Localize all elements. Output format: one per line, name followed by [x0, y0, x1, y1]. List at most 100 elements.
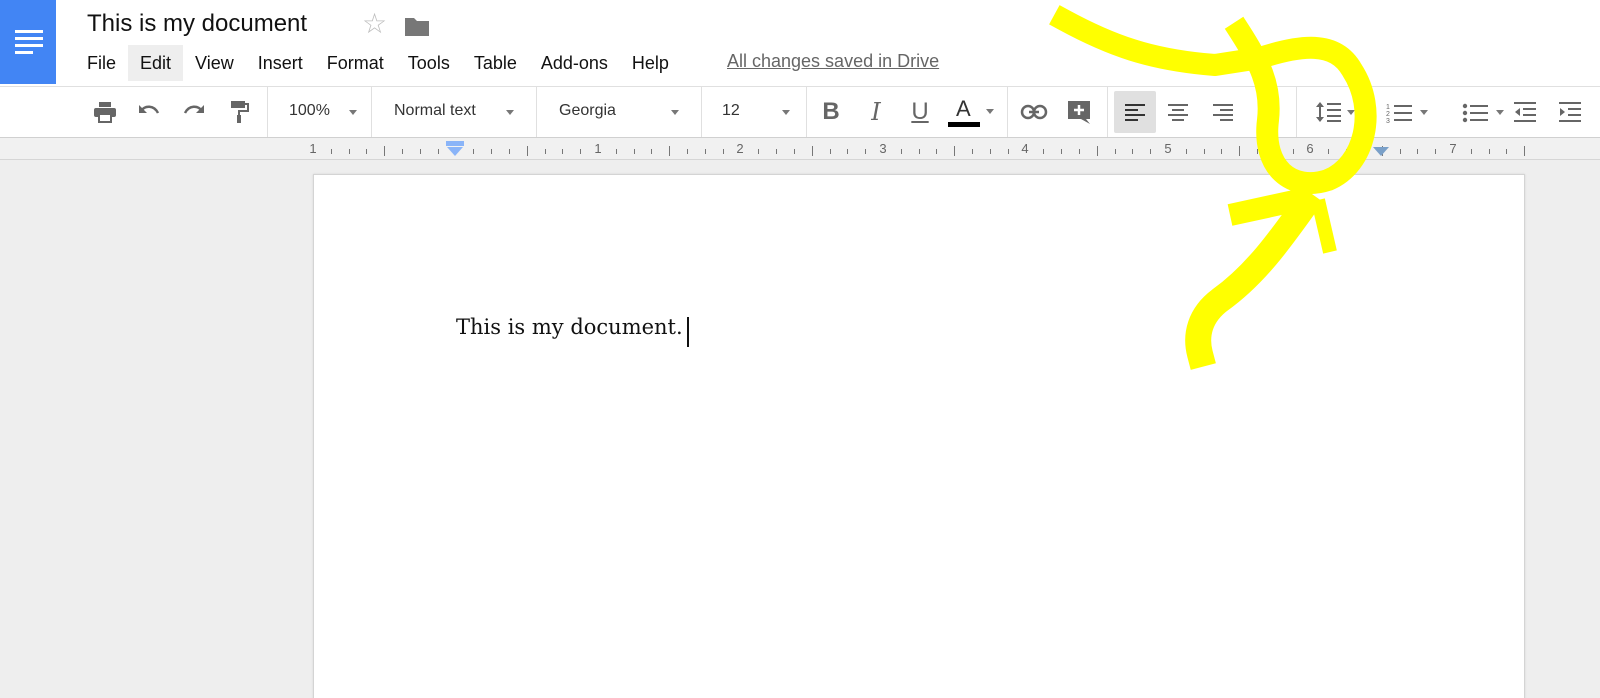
menu-format[interactable]: Format: [315, 45, 396, 81]
ruler-tick: [331, 148, 332, 154]
ruler-label: 6: [1306, 141, 1314, 156]
svg-text:3: 3: [1386, 118, 1390, 123]
ruler-tick: [1364, 148, 1365, 154]
ruler-tick: [651, 148, 652, 154]
docs-logo-icon[interactable]: [0, 0, 56, 84]
ruler-tick: [901, 148, 902, 154]
ruler-tick: [1435, 148, 1436, 154]
ruler-tick: [1186, 148, 1187, 154]
ruler-tick: [473, 148, 474, 154]
text-color-swatch: [948, 122, 980, 127]
ruler-tick: [1257, 148, 1258, 154]
menu-help[interactable]: Help: [620, 45, 681, 81]
ruler-label: 5: [1164, 141, 1172, 156]
align-center-icon[interactable]: [1163, 87, 1193, 137]
bulleted-list-icon[interactable]: [1446, 87, 1506, 137]
zoom-select[interactable]: 100%: [270, 87, 366, 137]
menu-view[interactable]: View: [183, 45, 246, 81]
numbered-list-icon[interactable]: 123: [1370, 87, 1430, 137]
redo-icon[interactable]: [179, 87, 209, 137]
add-comment-icon[interactable]: [1064, 87, 1094, 137]
document-page[interactable]: This is my document.: [313, 174, 1525, 698]
ruler-tick: [527, 146, 528, 156]
underline-icon: U: [911, 98, 929, 125]
ruler-tick: [580, 148, 581, 154]
star-icon[interactable]: ☆: [362, 10, 387, 38]
ruler-tick: [1524, 146, 1525, 156]
undo-icon[interactable]: [134, 87, 164, 137]
ruler-tick: [1097, 146, 1098, 156]
chevron-down-icon: [1347, 110, 1355, 115]
ruler-tick: [812, 146, 813, 156]
saved-status-link[interactable]: All changes saved in Drive: [727, 51, 939, 72]
align-right-icon[interactable]: [1208, 87, 1238, 137]
ruler-tick: [349, 148, 350, 154]
increase-indent-icon[interactable]: [1555, 87, 1585, 137]
ruler[interactable]: 1 1 2 3 4 5 6 7: [0, 138, 1600, 160]
font-select[interactable]: Georgia: [539, 87, 697, 137]
ruler-tick: [1489, 148, 1490, 154]
ruler-tick: [705, 148, 706, 154]
italic-button[interactable]: I: [861, 87, 891, 137]
bold-button[interactable]: B: [816, 87, 846, 137]
print-icon[interactable]: [90, 87, 120, 137]
ruler-tick: [847, 148, 848, 154]
ruler-label: 2: [736, 141, 744, 156]
ruler-tick: [1506, 148, 1507, 154]
ruler-tick: [1417, 148, 1418, 154]
ruler-tick: [1008, 148, 1009, 154]
ruler-label: 1: [594, 141, 602, 156]
text-color-button[interactable]: A: [946, 87, 996, 137]
ruler-tick: [545, 148, 546, 154]
menu-file[interactable]: File: [75, 45, 128, 81]
ruler-tick: [1471, 148, 1472, 154]
ruler-tick: [776, 148, 777, 154]
first-line-indent-marker[interactable]: [446, 141, 464, 146]
ruler-tick: [420, 148, 421, 154]
document-body-text[interactable]: This is my document.: [456, 315, 683, 339]
document-title[interactable]: This is my document: [87, 10, 307, 38]
font-value: Georgia: [559, 102, 616, 119]
menu-tools[interactable]: Tools: [396, 45, 462, 81]
ruler-tick: [830, 148, 831, 154]
left-indent-marker[interactable]: [447, 147, 463, 156]
ruler-tick: [669, 146, 670, 156]
ruler-label: 7: [1449, 141, 1457, 156]
ruler-tick: [972, 148, 973, 154]
svg-text:2: 2: [1386, 111, 1390, 118]
ruler-tick: [1132, 148, 1133, 154]
ruler-tick: [438, 148, 439, 154]
menu-table[interactable]: Table: [462, 45, 529, 81]
ruler-tick: [687, 148, 688, 154]
ruler-tick: [1061, 148, 1062, 154]
ruler-tick: [723, 148, 724, 154]
menu-edit[interactable]: Edit: [128, 45, 184, 81]
font-size-select[interactable]: 12: [704, 87, 804, 137]
toolbar: 100% Normal text Georgia 12 B I U A 1 2 …: [0, 86, 1600, 138]
text-color-icon: A: [956, 96, 971, 121]
paragraph-style-select[interactable]: Normal text: [374, 87, 532, 137]
justify-icon[interactable]: [1253, 87, 1283, 137]
align-left-icon[interactable]: [1114, 91, 1156, 133]
menu-add-ons[interactable]: Add-ons: [529, 45, 620, 81]
ruler-tick: [1346, 148, 1347, 154]
line-spacing-icon[interactable]: [1302, 87, 1356, 137]
link-icon[interactable]: [1018, 87, 1050, 137]
decrease-indent-icon[interactable]: [1510, 87, 1540, 137]
ruler-tick: [865, 148, 866, 154]
underline-button[interactable]: U: [905, 87, 935, 137]
chevron-down-icon: [671, 110, 679, 115]
ruler-tick: [562, 148, 563, 154]
menu-insert[interactable]: Insert: [246, 45, 315, 81]
chevron-down-icon: [782, 110, 790, 115]
paint-format-icon[interactable]: [224, 87, 254, 137]
ruler-tick: [1221, 148, 1222, 154]
ruler-tick: [1079, 148, 1080, 154]
right-indent-marker[interactable]: [1373, 147, 1389, 156]
ruler-label: 3: [879, 141, 887, 156]
chevron-down-icon: [506, 110, 514, 115]
ruler-tick: [990, 148, 991, 154]
ruler-tick: [936, 148, 937, 154]
folder-icon[interactable]: [404, 15, 430, 42]
menubar: File Edit View Insert Format Tools Table…: [75, 45, 681, 81]
